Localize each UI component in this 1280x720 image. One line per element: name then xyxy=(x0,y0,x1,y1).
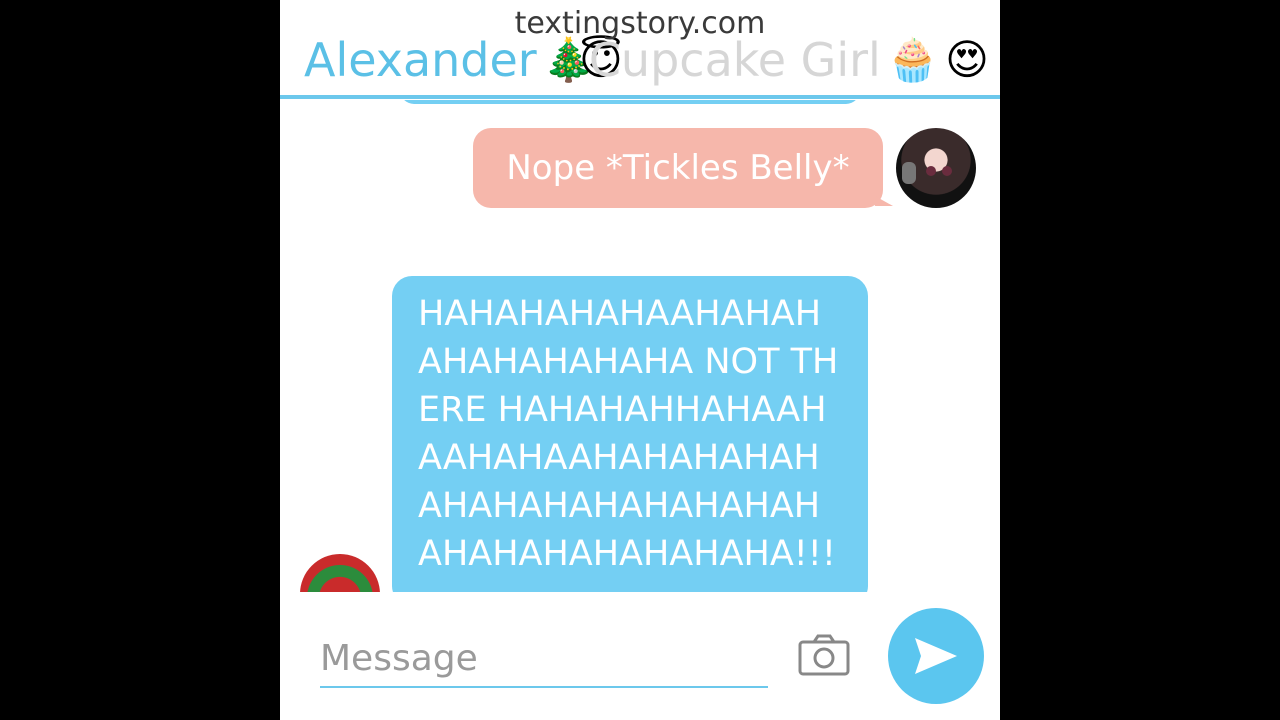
message-list[interactable]: Nope *Tickles Belly* HAHAHAHAHAAHAHAHAHA… xyxy=(280,100,1000,592)
watermark: textingstory.com xyxy=(514,6,766,41)
outgoing-message[interactable]: Nope *Tickles Belly* xyxy=(473,128,893,208)
send-icon xyxy=(915,638,957,674)
group-name: Cupcake Girl xyxy=(588,33,881,87)
avatar-eye-left xyxy=(926,166,936,176)
cupcake-emoji: 🧁 xyxy=(886,35,940,84)
contact-name: Alexander xyxy=(304,33,537,87)
composer-bar xyxy=(280,592,1000,720)
chat-screen: textingstory.com Alexander 🎄 😇 Cupcake G… xyxy=(280,0,1000,720)
heart-eyes-emoji: 😍 xyxy=(945,35,989,84)
camera-icon[interactable] xyxy=(798,634,850,676)
incoming-message[interactable]: HAHAHAHAHAAHAHAHAHAHAHAHAHA NOT THERE HA… xyxy=(392,276,868,592)
headphone-shape xyxy=(902,162,916,184)
contact-avatar[interactable] xyxy=(300,554,380,592)
avatar-eye-right xyxy=(942,166,952,176)
header-divider xyxy=(280,95,1000,99)
sender-avatar[interactable] xyxy=(896,128,976,208)
message-input[interactable] xyxy=(320,630,768,688)
chat-header: textingstory.com Alexander 🎄 😇 Cupcake G… xyxy=(280,0,1000,100)
previous-message-edge xyxy=(400,100,860,104)
send-button[interactable] xyxy=(888,608,984,704)
